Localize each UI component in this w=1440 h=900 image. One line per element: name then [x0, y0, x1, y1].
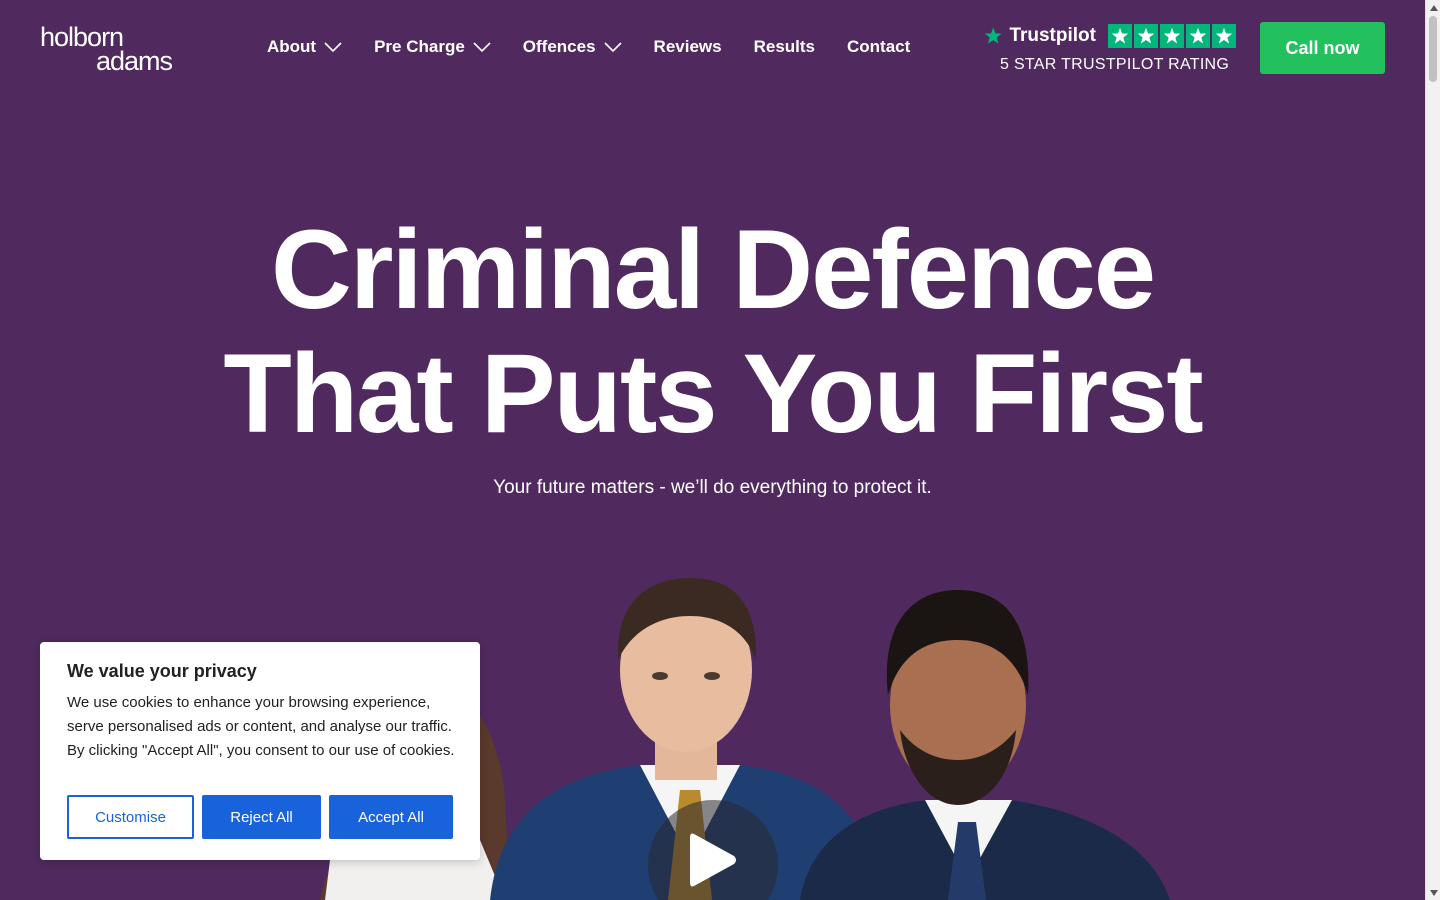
- nav-item-results[interactable]: Results: [754, 37, 815, 57]
- page: holborn adams About Pre Charge Offences …: [0, 0, 1425, 900]
- nav-item-offences[interactable]: Offences: [523, 37, 622, 57]
- reject-all-button[interactable]: Reject All: [202, 795, 321, 839]
- nav-item-label: Contact: [847, 37, 911, 56]
- site-logo[interactable]: holborn adams: [40, 24, 173, 76]
- play-icon: [690, 833, 736, 887]
- chevron-down-icon: [603, 42, 622, 53]
- rating-star-icon: [1186, 24, 1210, 48]
- hero-title-line-1: Criminal Defence: [271, 207, 1156, 332]
- nav-item-contact[interactable]: Contact: [847, 37, 910, 57]
- cookie-actions: Customise Reject All Accept All: [67, 795, 453, 839]
- page-scrollbar[interactable]: [1425, 0, 1440, 900]
- nav-item-label: Pre Charge: [374, 37, 465, 56]
- team-member-right: [800, 590, 1170, 900]
- customise-button[interactable]: Customise: [67, 795, 194, 839]
- scrollbar-thumb[interactable]: [1429, 16, 1437, 82]
- rating-star-icon: [1212, 24, 1236, 48]
- nav-item-label: Results: [753, 37, 816, 56]
- cookie-title: We value your privacy: [67, 661, 257, 681]
- trustpilot-row: Trustpilot: [984, 22, 1238, 50]
- main-nav: About Pre Charge Offences Reviews Result…: [267, 36, 910, 58]
- scroll-down-arrow-icon[interactable]: [1426, 885, 1440, 900]
- nav-item-about[interactable]: About: [267, 37, 342, 57]
- chevron-down-icon: [324, 42, 342, 53]
- accept-all-button[interactable]: Accept All: [329, 795, 453, 839]
- trustpilot-caption: 5 STAR TRUSTPILOT RATING: [1000, 56, 1230, 73]
- trustpilot-rating-stars: [1108, 24, 1238, 48]
- nav-item-reviews[interactable]: Reviews: [654, 37, 722, 57]
- hero-subtitle: Your future matters - we’ll do everythin…: [493, 477, 932, 498]
- nav-item-label: Offences: [522, 37, 596, 56]
- hero-title-line-2: That Puts You First: [223, 331, 1203, 456]
- rating-star-icon: [1160, 24, 1184, 48]
- trustpilot-star-icon: [984, 27, 1002, 44]
- nav-item-pre-charge[interactable]: Pre Charge: [374, 37, 491, 57]
- cookie-description: We use cookies to enhance your browsing …: [67, 694, 455, 759]
- cookie-consent-banner: We value your privacy We use cookies to …: [40, 642, 480, 860]
- nav-item-label: About: [267, 37, 317, 56]
- logo-line-2: adams: [96, 46, 173, 76]
- rating-star-icon: [1108, 24, 1132, 48]
- trustpilot-widget[interactable]: Trustpilot 5 STAR TRUSTPILOT RATING: [984, 22, 1238, 80]
- chevron-down-icon: [473, 42, 491, 53]
- scroll-up-arrow-icon[interactable]: [1426, 0, 1440, 15]
- nav-item-label: Reviews: [653, 37, 722, 56]
- trustpilot-brand: Trustpilot: [1009, 25, 1096, 46]
- call-now-button[interactable]: Call now: [1260, 22, 1385, 74]
- rating-star-icon: [1134, 24, 1158, 48]
- hero-title: Criminal Defence That Puts You First: [0, 208, 1425, 456]
